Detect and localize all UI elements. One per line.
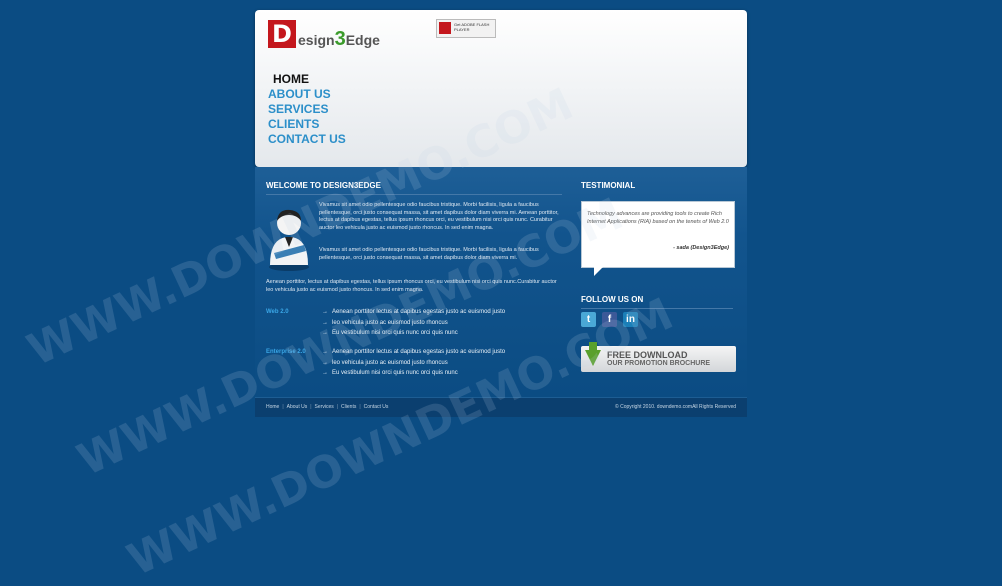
testimonial-heading: TESTIMONIAL bbox=[581, 181, 636, 190]
download-arrow-icon bbox=[585, 342, 601, 366]
main-column: WELCOME TO DESIGN3EDGE Vivamus sit amet … bbox=[266, 181, 562, 376]
flash-player-badge[interactable]: Get ADOBE FLASH PLAYER bbox=[436, 19, 496, 38]
nav-item-about[interactable]: ABOUT US bbox=[268, 87, 346, 102]
arrow-icon: → bbox=[322, 319, 328, 326]
feature-list: → Aenean porttitor lectus at dapibus eges… bbox=[322, 347, 505, 379]
header: D esign3Edge Get ADOBE FLASH PLAYER HOME… bbox=[255, 10, 747, 167]
testimonial-box: Technology advances are providing tools … bbox=[581, 201, 735, 268]
sidebar: TESTIMONIAL Technology advances are prov… bbox=[581, 181, 736, 372]
speech-tail bbox=[594, 266, 604, 276]
copyright: © Copyright 2010. downdemo.comAll Rights… bbox=[615, 404, 736, 410]
arrow-icon: → bbox=[322, 330, 328, 336]
logo-word-b: Edge bbox=[345, 32, 380, 48]
footer-links: Home | About Us | Services | Clients | Contact U… bbox=[266, 404, 389, 410]
list-item: → Aenean porttitor lectus at dapibus eges… bbox=[322, 349, 506, 355]
intro-paragraph-2: Vivamus sit amet odio pellentesque odio … bbox=[319, 247, 539, 261]
arrow-icon: → bbox=[322, 309, 328, 315]
follow-heading: FOLLOW US ON bbox=[581, 295, 733, 309]
footer-link-services[interactable]: Services bbox=[315, 404, 334, 410]
list-item: → Eu vestibulum nisi orci quis nunc orci … bbox=[322, 330, 458, 336]
list-item: → leo vehicula justo ac euismod justo rho… bbox=[322, 319, 448, 326]
feature-list: → Aenean porttitor lectus at dapibus eges… bbox=[322, 307, 505, 339]
copyright-text: © Copyright 2010. bbox=[615, 404, 656, 410]
page: D esign3Edge Get ADOBE FLASH PLAYER HOME… bbox=[255, 10, 747, 417]
testimonial-author: - sada (Design3Edge) bbox=[673, 245, 729, 251]
footer-link-home[interactable]: Home bbox=[266, 404, 279, 410]
intro-paragraph-1: Vivamus sit amet odio pellentesque odio … bbox=[319, 202, 559, 231]
list-item: → Eu vestibulum nisi orci quis nunc orci … bbox=[322, 370, 458, 376]
download-brochure-button[interactable]: FREE DOWNLOAD OUR PROMOTION BROCHURE bbox=[581, 342, 736, 372]
content-area: WELCOME TO DESIGN3EDGE Vivamus sit amet … bbox=[255, 167, 747, 397]
download-title: FREE DOWNLOAD bbox=[607, 350, 688, 360]
nav-item-home[interactable]: HOME bbox=[268, 72, 346, 87]
nav-item-services[interactable]: SERVICES bbox=[268, 102, 346, 117]
flash-badge-text: Get ADOBE FLASH PLAYER bbox=[454, 22, 490, 32]
intro-paragraph-3: Aenean porttitor, lectus at dapibus eges… bbox=[266, 279, 557, 293]
logo[interactable]: D esign3Edge bbox=[268, 20, 388, 52]
feature-label[interactable]: Enterprise 2.0 bbox=[266, 349, 306, 355]
copyright-site-link[interactable]: downdemo.com bbox=[657, 404, 692, 410]
logo-number: 3 bbox=[334, 28, 346, 50]
copyright-rights: All Rights Reserved bbox=[692, 404, 736, 410]
arrow-icon: → bbox=[322, 359, 328, 366]
list-item: → Aenean porttitor lectus at dapibus eges… bbox=[322, 309, 506, 315]
user-avatar-icon bbox=[269, 209, 309, 271]
flash-icon bbox=[439, 22, 451, 34]
facebook-icon[interactable]: f bbox=[602, 312, 617, 327]
footer: Home | About Us | Services | Clients | Contact U… bbox=[255, 397, 747, 417]
arrow-icon: → bbox=[322, 349, 328, 355]
arrow-icon: → bbox=[322, 370, 328, 376]
social-links: t f in bbox=[581, 309, 644, 327]
logo-wordmark: esign3Edge bbox=[298, 28, 380, 51]
footer-link-clients[interactable]: Clients bbox=[341, 404, 356, 410]
main-nav: HOME ABOUT US SERVICES CLIENTS CONTACT U… bbox=[268, 72, 346, 147]
nav-item-contact[interactable]: CONTACT US bbox=[268, 132, 346, 147]
logo-mark: D bbox=[268, 20, 296, 48]
logo-word-a: esign bbox=[298, 32, 335, 48]
feature-label[interactable]: Web 2.0 bbox=[266, 309, 289, 315]
footer-link-contact[interactable]: Contact Us bbox=[364, 404, 389, 410]
download-subtitle: OUR PROMOTION BROCHURE bbox=[607, 360, 711, 367]
nav-item-clients[interactable]: CLIENTS bbox=[268, 117, 346, 132]
welcome-heading: WELCOME TO DESIGN3EDGE bbox=[266, 181, 562, 195]
list-item: → leo vehicula justo ac euismod justo rho… bbox=[322, 359, 448, 366]
footer-link-about[interactable]: About Us bbox=[287, 404, 308, 410]
testimonial-quote: Technology advances are providing tools … bbox=[587, 211, 729, 225]
twitter-icon[interactable]: t bbox=[581, 312, 596, 327]
linkedin-icon[interactable]: in bbox=[623, 312, 638, 327]
